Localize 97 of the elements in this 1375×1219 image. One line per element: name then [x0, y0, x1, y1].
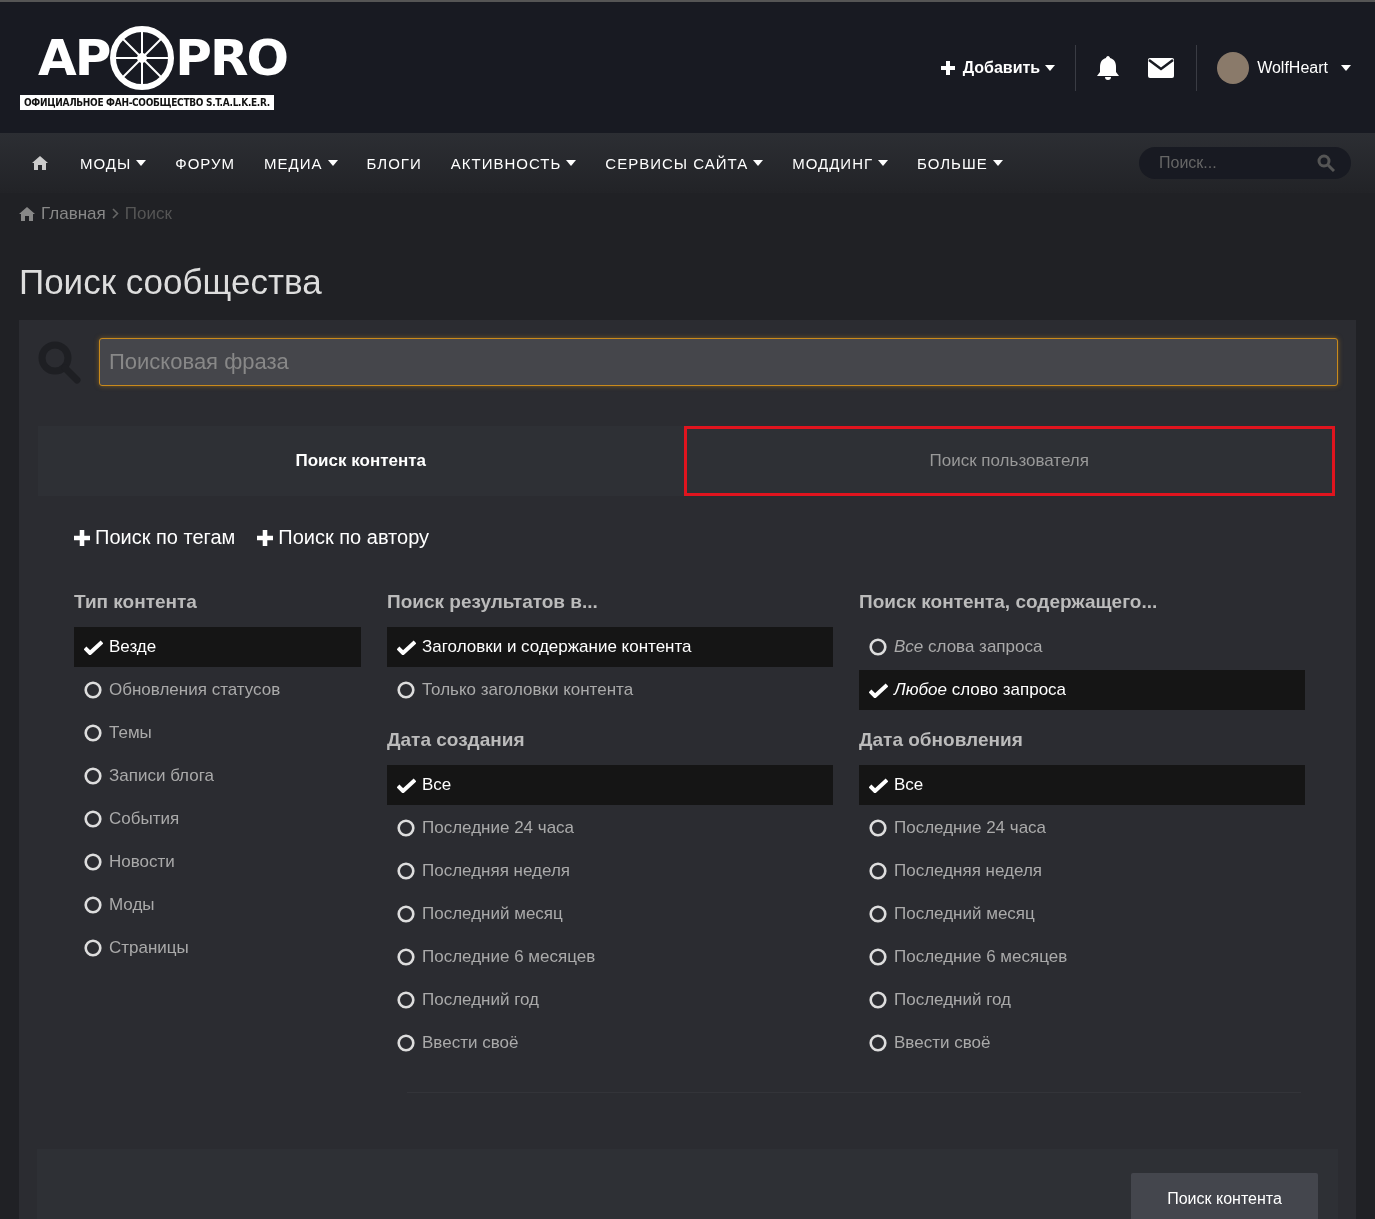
- radio-circle-icon: [84, 853, 102, 871]
- radio-circle-icon: [397, 905, 415, 923]
- group-heading: Дата создания: [387, 728, 526, 752]
- tab[interactable]: Поиск пользователя: [683, 426, 1335, 496]
- radio-option[interactable]: Заголовки и содержание контента: [387, 627, 833, 667]
- group-heading: Поиск контента, содержащего...: [859, 590, 1159, 614]
- radio-circle-icon: [84, 724, 102, 742]
- nav-item[interactable]: АКТИВНОСТЬ: [450, 154, 577, 172]
- radio-option[interactable]: Последняя неделя: [387, 851, 833, 891]
- radio-circle-icon: [869, 862, 887, 880]
- radio-option[interactable]: Последние 6 месяцев: [859, 937, 1305, 977]
- filter-link[interactable]: Поиск по тегам: [74, 526, 236, 549]
- caret-icon: [566, 160, 577, 166]
- radio-option[interactable]: Последний год: [387, 980, 833, 1020]
- plus-icon: [257, 529, 274, 546]
- group-heading: Тип контента: [74, 590, 198, 614]
- radio-option[interactable]: Обновления статусов: [74, 670, 361, 710]
- caret-icon: [1341, 64, 1351, 71]
- radio-option[interactable]: Любое слово запроса: [859, 670, 1305, 710]
- plus-icon: [74, 529, 90, 546]
- radio-option[interactable]: Последний месяц: [387, 894, 833, 934]
- radio-circle-icon: [397, 819, 415, 837]
- tab[interactable]: Поиск контента: [38, 426, 684, 496]
- nav-item[interactable]: МОДДИНГ: [792, 154, 889, 172]
- radio-circle-icon: [84, 681, 102, 699]
- radio-option[interactable]: Все: [859, 765, 1305, 805]
- radio-circle-icon: [397, 681, 415, 699]
- search-input[interactable]: Поисковая фраза: [99, 338, 1338, 386]
- check-icon: [869, 777, 888, 793]
- check-icon: [397, 777, 416, 793]
- radio-circle-icon: [869, 819, 887, 837]
- radio-circle-icon: [869, 1034, 887, 1052]
- radio-circle-icon: [84, 896, 102, 914]
- radio-option[interactable]: Записи блога: [74, 756, 361, 796]
- caret-icon: [1045, 64, 1056, 71]
- submit-button[interactable]: Поиск контента: [1131, 1173, 1318, 1219]
- radio-circle-icon: [869, 991, 887, 1009]
- check-icon: [397, 639, 416, 655]
- logo-text: PRO: [175, 33, 287, 83]
- avatar: [1217, 51, 1250, 84]
- radio-circle-icon: [84, 810, 102, 828]
- radio-circle-icon: [869, 905, 887, 923]
- radio-option[interactable]: Все слова запроса: [859, 627, 1305, 667]
- radio-option[interactable]: Последние 24 часа: [859, 808, 1305, 848]
- wheel-emblem-icon: [109, 25, 176, 91]
- caret-icon: [136, 160, 147, 166]
- group-heading: Поиск результатов в...: [387, 590, 599, 614]
- radio-option[interactable]: Темы: [74, 713, 361, 753]
- caret-icon: [878, 160, 889, 166]
- logo-text: AP: [38, 33, 110, 83]
- radio-option[interactable]: Последний месяц: [859, 894, 1305, 934]
- radio-option[interactable]: Страницы: [74, 928, 361, 968]
- nav-item[interactable]: БОЛЬШЕ: [917, 154, 1003, 172]
- home-icon[interactable]: [32, 156, 48, 170]
- radio-option[interactable]: Последняя неделя: [859, 851, 1305, 891]
- page-title: Поиск сообщества: [19, 262, 323, 302]
- radio-circle-icon: [869, 638, 887, 656]
- nav-item[interactable]: ФОРУМ: [175, 154, 236, 172]
- logo-subtitle: ОФИЦИАЛЬНОЕ ФАН-СООБЩЕСТВО S.T.A.L.K.E.R.: [20, 95, 274, 110]
- radio-circle-icon: [84, 767, 102, 785]
- check-icon: [84, 639, 103, 655]
- caret-icon: [327, 160, 338, 166]
- caret-icon: [753, 160, 764, 166]
- radio-option[interactable]: Моды: [74, 885, 361, 925]
- radio-option[interactable]: Все: [387, 765, 833, 805]
- radio-circle-icon: [397, 862, 415, 880]
- radio-option[interactable]: Последние 6 месяцев: [387, 937, 833, 977]
- radio-circle-icon: [397, 1034, 415, 1052]
- radio-circle-icon: [869, 948, 887, 966]
- radio-option[interactable]: События: [74, 799, 361, 839]
- bell-icon[interactable]: [1096, 54, 1121, 81]
- nav-item[interactable]: МОДЫ: [80, 154, 147, 172]
- radio-option[interactable]: Только заголовки контента: [387, 670, 833, 710]
- caret-icon: [992, 160, 1003, 166]
- nav-item[interactable]: БЛОГИ: [366, 154, 422, 172]
- radio-option[interactable]: Последний год: [859, 980, 1305, 1020]
- radio-option[interactable]: Ввести своё: [387, 1023, 833, 1063]
- chevron-icon: [111, 208, 119, 219]
- radio-option[interactable]: Везде: [74, 627, 361, 667]
- add-button[interactable]: Добавить: [940, 58, 1076, 77]
- radio-option[interactable]: Новости: [74, 842, 361, 882]
- breadcrumb-link[interactable]: Главная: [41, 204, 106, 224]
- nav-item[interactable]: МЕДИА: [264, 154, 338, 172]
- radio-option[interactable]: Последние 24 часа: [387, 808, 833, 848]
- radio-circle-icon: [84, 939, 102, 957]
- user-menu[interactable]: WolfHeart: [1217, 51, 1351, 84]
- filter-link[interactable]: Поиск по автору: [257, 526, 430, 549]
- radio-circle-icon: [397, 991, 415, 1009]
- group-heading: Дата обновления: [859, 728, 1024, 752]
- home-icon: [19, 207, 35, 221]
- radio-option[interactable]: Ввести своё: [859, 1023, 1305, 1063]
- plus-icon: [940, 60, 955, 75]
- nav-item[interactable]: СЕРВИСЫ САЙТА: [605, 154, 764, 172]
- envelope-icon[interactable]: [1148, 57, 1175, 78]
- radio-circle-icon: [397, 948, 415, 966]
- search-icon: [1317, 154, 1335, 172]
- check-icon: [869, 682, 888, 698]
